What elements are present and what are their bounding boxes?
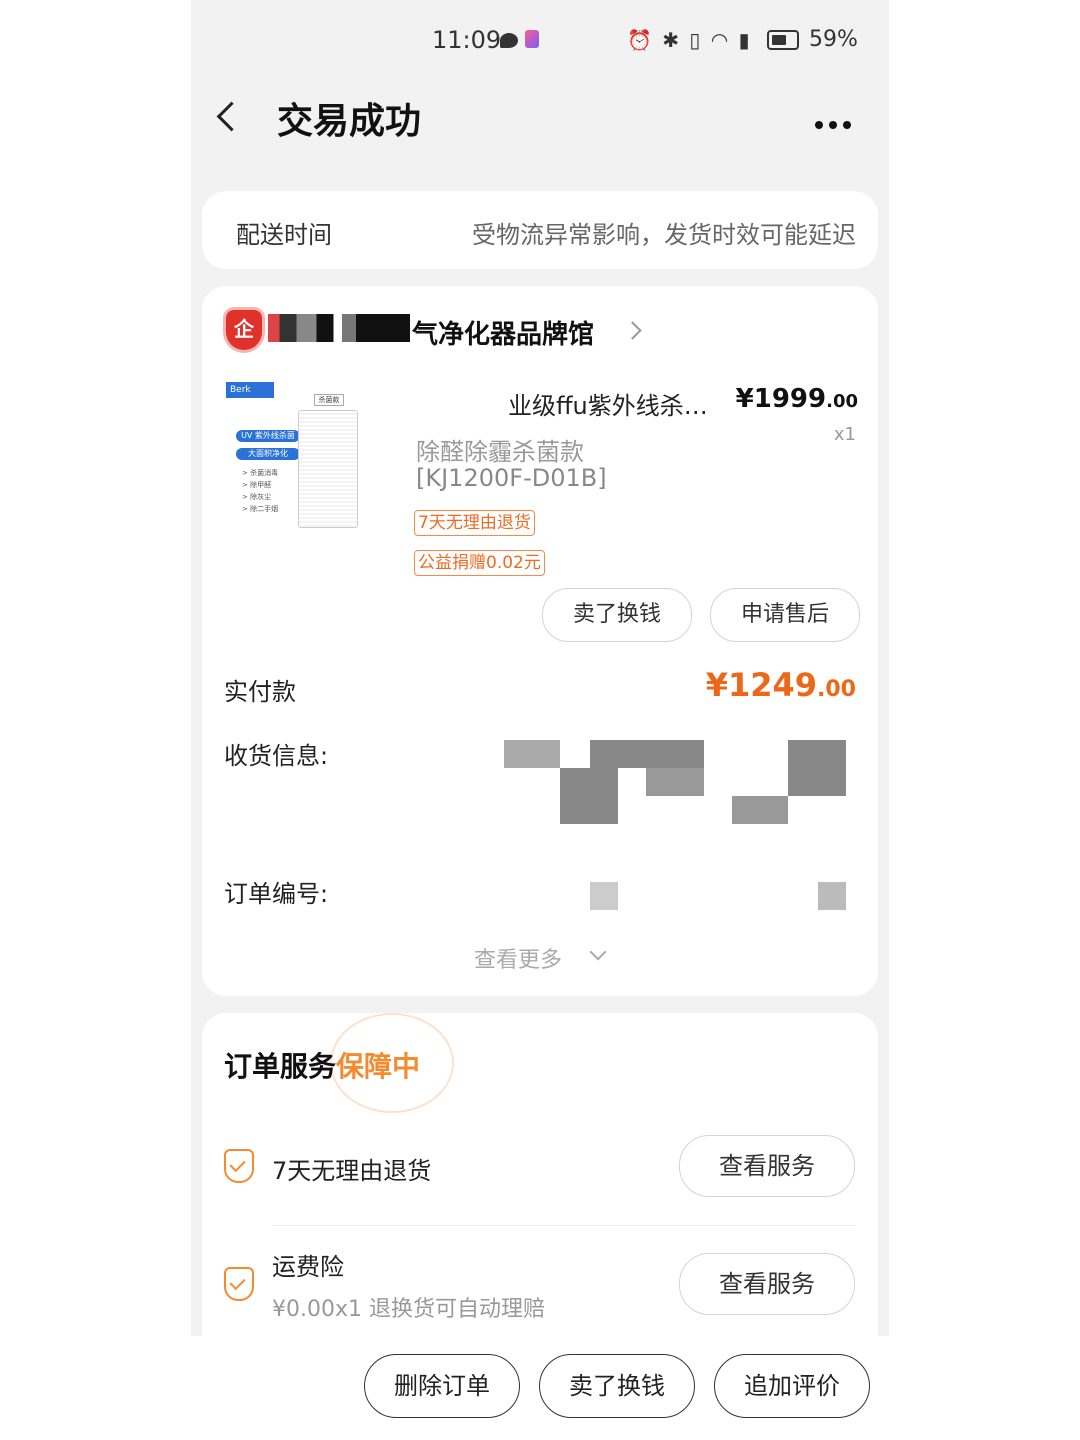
page-title: 交易成功	[277, 101, 422, 142]
product-price-dec: .00	[826, 391, 858, 412]
delivery-label: 配送时间	[236, 221, 332, 249]
paid-amount-int: ¥1249	[705, 666, 818, 704]
product-model: [KJ1200F-D01B]	[416, 464, 607, 492]
product-image-label-1: UV 紫外线杀菌	[236, 430, 300, 442]
redacted-shop-name	[268, 314, 410, 342]
after-sale-button[interactable]: 申请售后	[710, 588, 860, 642]
enterprise-shop-icon: 企	[226, 310, 262, 350]
battery-icon	[767, 30, 799, 50]
status-time: 11:09	[432, 26, 502, 54]
product-image-feature: > 除二手烟	[242, 505, 279, 513]
order-service-card: 订单服务保障中 7天无理由退货 查看服务 运费险 ¥0.00x1 退换货可自动理…	[202, 1013, 878, 1336]
sell-item-button[interactable]: 卖了换钱	[539, 1354, 695, 1418]
product-price-int: ¥1999	[735, 384, 827, 414]
paid-label: 实付款	[224, 678, 296, 706]
shield-check-icon	[224, 1267, 254, 1301]
status-bar: 11:09 ⏰ ✱ ▯ ◠ ▮ 59%	[191, 0, 889, 80]
battery-percent: 59%	[809, 27, 858, 52]
product-image-tag: 杀菌款	[314, 394, 344, 406]
return-policy-tag: 7天无理由退货	[414, 510, 535, 536]
shipping-info-label: 收货信息:	[224, 742, 329, 770]
paid-amount-dec: .00	[817, 677, 856, 702]
order-number-label: 订单编号:	[224, 880, 329, 908]
shop-name-link[interactable]: 气净化器品牌馆	[412, 314, 594, 351]
air-purifier-image	[298, 410, 358, 528]
paid-amount: ¥1249.00	[706, 666, 856, 704]
product-price: ¥1999.00	[736, 384, 858, 414]
view-service-button[interactable]: 查看服务	[679, 1135, 855, 1197]
bottom-action-bar: 删除订单 卖了换钱 追加评价	[0, 1336, 1080, 1440]
chevron-down-icon[interactable]	[589, 943, 607, 961]
shield-check-icon	[224, 1149, 254, 1183]
view-service-button[interactable]: 查看服务	[679, 1253, 855, 1315]
product-brand-logo: Berk	[226, 382, 274, 398]
sell-item-button[interactable]: 卖了换钱	[542, 588, 692, 642]
service-shipping-insurance-name: 运费险	[272, 1253, 344, 1281]
more-options-icon[interactable]	[815, 114, 857, 133]
product-image-feature: > 除灰尘	[242, 493, 272, 501]
service-return-name: 7天无理由退货	[272, 1157, 432, 1185]
product-image-label-2: 大面积净化	[236, 448, 300, 460]
delivery-card: 配送时间 受物流异常影响，发货时效可能延迟	[202, 191, 878, 269]
delivery-note: 受物流异常影响，发货时效可能延迟	[472, 221, 856, 249]
order-card: 企 气净化器品牌馆 Berk 杀菌款 UV 紫外线杀菌 大面积净化 > 杀菌消毒…	[202, 286, 878, 996]
product-image-feature: > 除甲醛	[242, 481, 272, 489]
product-quantity: x1	[833, 424, 856, 445]
product-image-feature: > 杀菌消毒	[242, 469, 279, 477]
product-spec: 除醛除霾杀菌款	[416, 438, 584, 466]
service-title-prefix: 订单服务	[224, 1050, 337, 1083]
back-icon[interactable]	[216, 101, 247, 132]
delete-order-button[interactable]: 删除订单	[364, 1354, 520, 1418]
donation-tag: 公益捐赠0.02元	[414, 550, 545, 576]
view-more-link[interactable]: 查看更多	[474, 942, 562, 974]
chevron-right-icon[interactable]	[623, 321, 642, 340]
message-icon	[500, 33, 518, 48]
system-icons: ⏰ ✱ ▯ ◠ ▮	[627, 28, 752, 52]
service-shipping-insurance-detail: ¥0.00x1 退换货可自动理赔	[272, 1297, 545, 1322]
add-review-button[interactable]: 追加评价	[714, 1354, 870, 1418]
service-title: 订单服务保障中	[224, 1045, 420, 1085]
divider	[272, 1225, 856, 1226]
app-notification-icon	[525, 30, 539, 48]
product-name[interactable]: 业级ffu紫外线杀…	[508, 386, 738, 421]
service-status: 保障中	[336, 1050, 421, 1083]
phone-screen: 11:09 ⏰ ✱ ▯ ◠ ▮ 59% 交易成功 配送时间 受物流异常影响，发货…	[191, 0, 889, 1336]
product-image[interactable]: Berk 杀菌款 UV 紫外线杀菌 大面积净化 > 杀菌消毒 > 除甲醛 > 除…	[226, 370, 396, 546]
